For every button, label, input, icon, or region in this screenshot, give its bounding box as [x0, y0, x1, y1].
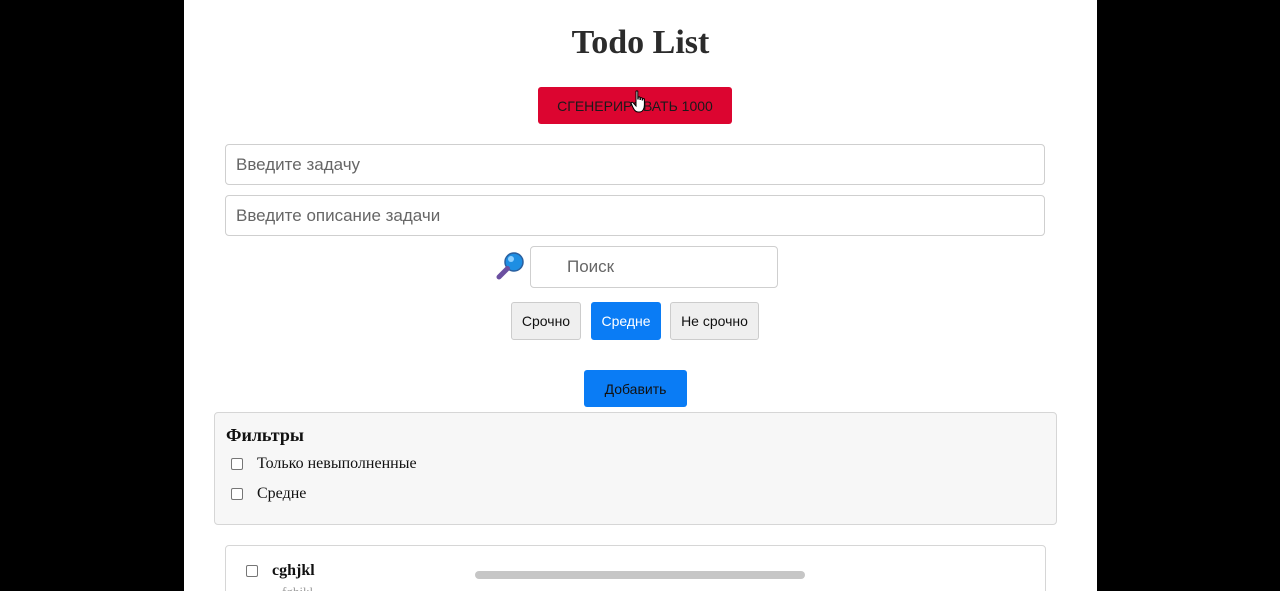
hand-cursor-icon [630, 90, 645, 113]
filters-title: Фильтры [226, 425, 304, 445]
filter-medium[interactable]: Средне [226, 485, 306, 503]
task-description: fghjkl [282, 584, 313, 591]
page-title: Todo List [571, 24, 710, 61]
todo-page: Todo List СГЕНЕРИРОВАТЬ 1000 Срочно Сред… [184, 0, 1097, 591]
filter-medium-checkbox[interactable] [231, 488, 243, 500]
add-task-button[interactable]: Добавить [584, 370, 687, 407]
filter-medium-label: Средне [257, 485, 307, 502]
task-input[interactable] [225, 144, 1045, 185]
filter-incomplete-checkbox[interactable] [231, 458, 243, 470]
magnifying-glass-icon [496, 252, 524, 280]
priority-medium-button[interactable]: Средне [591, 302, 661, 340]
task-description-input[interactable] [225, 195, 1045, 236]
horizontal-scrollbar[interactable] [475, 571, 805, 579]
filters-panel: Фильтры Только невыполненные Средне [214, 412, 1057, 525]
filter-incomplete-only[interactable]: Только невыполненные [226, 455, 417, 473]
task-title: cghjkl [272, 562, 315, 579]
filter-incomplete-label: Только невыполненные [257, 455, 417, 472]
task-item: cghjkl fghjkl [225, 545, 1046, 591]
search-input[interactable] [530, 246, 778, 288]
task-done-checkbox[interactable] [246, 565, 258, 577]
priority-not-urgent-button[interactable]: Не срочно [670, 302, 759, 340]
priority-urgent-button[interactable]: Срочно [511, 302, 581, 340]
task-header: cghjkl [241, 562, 315, 580]
